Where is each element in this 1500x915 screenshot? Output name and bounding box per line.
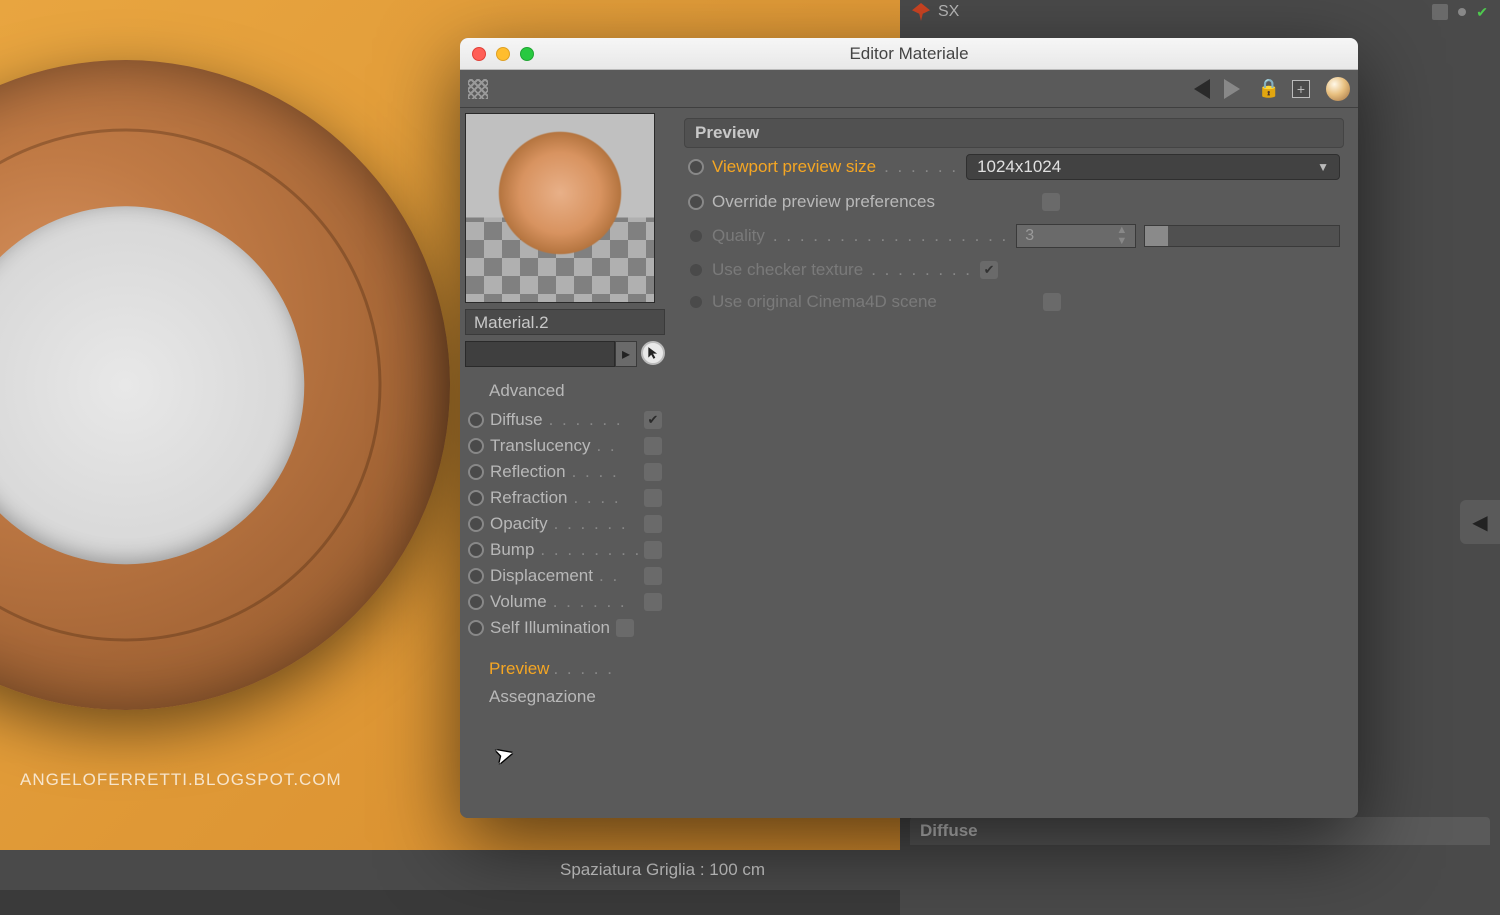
layer-dot-icon[interactable] xyxy=(1458,8,1466,16)
channel-volume[interactable]: Volume . . . . . . xyxy=(465,589,665,615)
nav-back-icon[interactable] xyxy=(1194,79,1210,99)
viewport-size-dropdown[interactable]: 1024x1024 ▼ xyxy=(966,154,1340,180)
radio-icon[interactable] xyxy=(688,159,704,175)
rendered-object xyxy=(0,60,450,710)
channel-displacement[interactable]: Displacement . . xyxy=(465,563,665,589)
radio-icon[interactable] xyxy=(468,620,484,636)
row-checker-texture: Use checker texture . . . . . . . . xyxy=(684,254,1344,286)
layer-visibility-icon[interactable] xyxy=(1432,4,1448,20)
section-title-diffuse[interactable]: Diffuse xyxy=(910,817,1490,845)
row-original-scene: Use original Cinema4D scene xyxy=(684,286,1344,318)
radio-icon[interactable] xyxy=(468,464,484,480)
channel-checkbox[interactable] xyxy=(644,437,662,455)
picker-button[interactable] xyxy=(641,341,665,365)
override-checkbox[interactable] xyxy=(1042,193,1060,211)
status-text: Spaziatura Griglia : 100 cm xyxy=(560,860,765,880)
channel-sidebar: Material.2 ▸ Advanced Diffuse . . . . . … xyxy=(460,108,670,818)
origscene-checkbox[interactable] xyxy=(1043,293,1061,311)
radio-icon[interactable] xyxy=(688,194,704,210)
shader-field[interactable] xyxy=(465,341,615,367)
channel-checkbox[interactable] xyxy=(644,567,662,585)
channel-selfillumination[interactable]: Self Illumination xyxy=(465,615,665,641)
scene-row[interactable]: SX ✔ xyxy=(900,0,1500,24)
watermark-text: ANGELOFERRETTI.BLOGSPOT.COM xyxy=(20,770,342,790)
panel-collapse-arrow[interactable]: ◀ xyxy=(1460,500,1500,544)
window-toolbar: 🔒 + xyxy=(460,70,1358,108)
channel-bump[interactable]: Bump . . . . . . . . xyxy=(465,537,665,563)
channel-checkbox[interactable] xyxy=(644,541,662,559)
radio-icon[interactable] xyxy=(468,542,484,558)
pin-icon xyxy=(912,3,930,21)
radio-icon xyxy=(688,228,704,244)
row-override-preferences: Override preview preferences xyxy=(684,186,1344,218)
radio-icon xyxy=(688,294,704,310)
radio-icon[interactable] xyxy=(468,594,484,610)
add-icon[interactable]: + xyxy=(1292,80,1310,98)
status-bar: Spaziatura Griglia : 100 cm xyxy=(0,850,1500,890)
channel-refraction[interactable]: Refraction . . . . xyxy=(465,485,665,511)
row-quality: Quality . . . . . . . . . . . . . . . . … xyxy=(684,218,1344,254)
lock-icon[interactable]: 🔒 xyxy=(1258,78,1280,99)
channel-checkbox[interactable] xyxy=(644,515,662,533)
grid-icon[interactable] xyxy=(468,79,488,99)
channel-checkbox[interactable] xyxy=(644,489,662,507)
channel-checkbox[interactable] xyxy=(616,619,634,637)
section-title-preview: Preview xyxy=(684,118,1344,148)
scene-item-label: SX xyxy=(938,3,959,21)
channel-checkbox[interactable] xyxy=(644,593,662,611)
radio-icon[interactable] xyxy=(468,490,484,506)
quality-number-input[interactable]: 3 ▲▼ xyxy=(1016,224,1136,248)
checker-checkbox[interactable] xyxy=(980,261,998,279)
radio-icon[interactable] xyxy=(468,438,484,454)
shader-menu-button[interactable]: ▸ xyxy=(615,341,637,367)
material-name-input[interactable]: Material.2 xyxy=(465,309,665,335)
radio-icon[interactable] xyxy=(468,516,484,532)
nav-assegnazione[interactable]: Assegnazione xyxy=(489,683,665,711)
channel-checkbox[interactable] xyxy=(644,463,662,481)
channel-group-header[interactable]: Advanced xyxy=(465,377,665,407)
material-ball-icon[interactable] xyxy=(1326,77,1350,101)
stepper-icon[interactable]: ▲▼ xyxy=(1116,225,1127,247)
channel-diffuse[interactable]: Diffuse . . . . . . xyxy=(465,407,665,433)
channel-opacity[interactable]: Opacity . . . . . . xyxy=(465,511,665,537)
quality-slider[interactable] xyxy=(1144,225,1340,247)
material-preview[interactable] xyxy=(465,113,655,303)
row-viewport-preview-size: Viewport preview size . . . . . . 1024x1… xyxy=(684,148,1344,186)
radio-icon[interactable] xyxy=(468,412,484,428)
channel-translucency[interactable]: Translucency . . xyxy=(465,433,665,459)
window-titlebar[interactable]: Editor Materiale xyxy=(460,38,1358,70)
nav-preview[interactable]: Preview . . . . . xyxy=(489,655,665,683)
check-icon: ✔ xyxy=(1476,4,1488,21)
chevron-down-icon: ▼ xyxy=(1317,160,1329,174)
cursor-arrow-icon xyxy=(646,346,660,360)
material-editor-window: Editor Materiale 🔒 + Material.2 ▸ Advanc… xyxy=(460,38,1358,818)
radio-icon xyxy=(688,262,704,278)
channel-checkbox[interactable] xyxy=(644,411,662,429)
window-title: Editor Materiale xyxy=(460,44,1358,64)
properties-panel: Preview Viewport preview size . . . . . … xyxy=(670,108,1358,818)
channel-reflection[interactable]: Reflection . . . . xyxy=(465,459,665,485)
nav-forward-icon[interactable] xyxy=(1224,79,1240,99)
radio-icon[interactable] xyxy=(468,568,484,584)
